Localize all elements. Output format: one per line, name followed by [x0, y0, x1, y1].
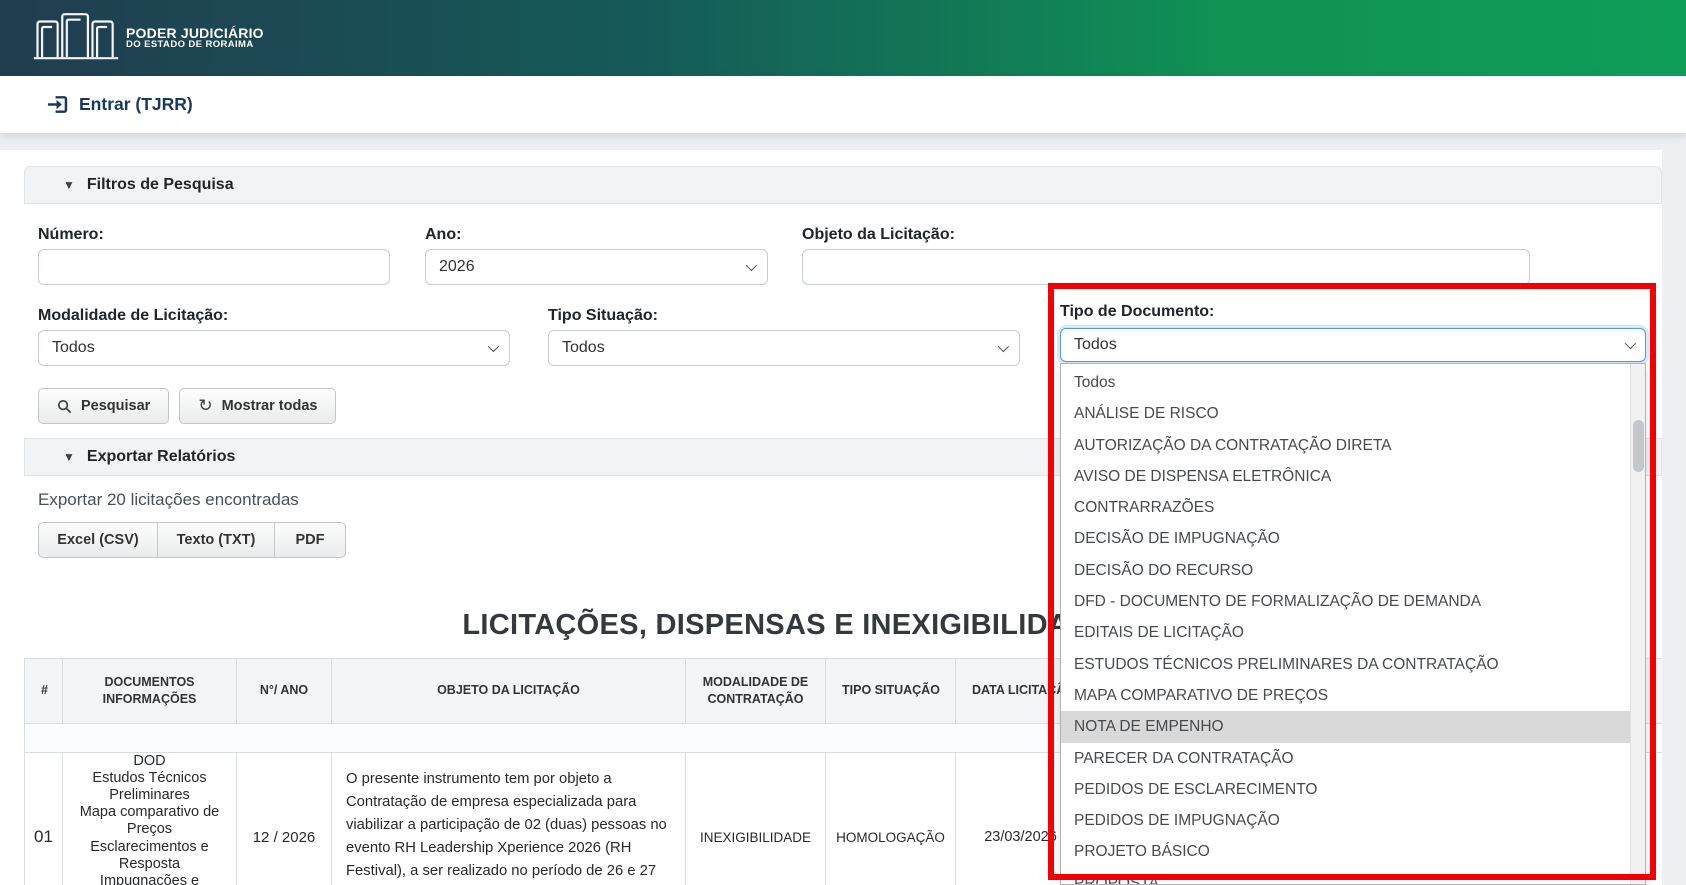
- ano-value: 2026: [439, 258, 475, 276]
- collapse-triangle-icon: ▼: [63, 178, 75, 192]
- row-numero-ano-cell: 12 / 2026: [237, 753, 332, 885]
- dropdown-option[interactable]: PEDIDOS DE ESCLARECIMENTO: [1061, 774, 1631, 805]
- objeto-label: Objeto da Licitação:: [802, 226, 1530, 245]
- export-panel-title: Exportar Relatórios: [87, 448, 235, 466]
- documento-dropdown-panel: TodosANÁLISE DE RISCOAUTORIZAÇÃO DA CONT…: [1060, 363, 1646, 885]
- tjrr-logo: PODER JUDICIÁRIO DO ESTADO DE RORAIMA: [32, 9, 264, 67]
- brand-line1: PODER JUDICIÁRIO: [126, 26, 264, 41]
- export-pdf-button[interactable]: PDF: [274, 522, 346, 558]
- chevron-down-icon: [746, 260, 757, 271]
- dropdown-option[interactable]: PEDIDOS DE IMPUGNAÇÃO: [1061, 805, 1631, 836]
- export-txt-button[interactable]: Texto (TXT): [157, 522, 275, 558]
- ano-label: Ano:: [425, 226, 768, 245]
- row-objeto-cell: O presente instrumento tem por objeto a …: [332, 753, 686, 885]
- situacao-select[interactable]: Todos: [548, 330, 1020, 366]
- documento-value: Todos: [1074, 336, 1117, 354]
- col-header-objeto: OBJETO DA LICITAÇÃO: [332, 659, 686, 724]
- document-link[interactable]: DOD: [69, 753, 230, 770]
- situacao-value: Todos: [562, 339, 605, 357]
- situacao-field-group: Tipo Situação: Todos: [548, 307, 1020, 366]
- search-icon: [57, 399, 72, 414]
- modalidade-value: Todos: [52, 339, 95, 357]
- dropdown-scrollbar-thumb[interactable]: [1633, 420, 1644, 472]
- row-documents-cell: DODEstudos Técnicos PreliminaresMapa com…: [63, 753, 237, 885]
- col-header-numero-ano: N°/ ANO: [237, 659, 332, 724]
- login-label: Entrar (TJRR): [79, 94, 193, 115]
- chevron-down-icon: [488, 341, 499, 352]
- dropdown-option[interactable]: ANÁLISE DE RISCO: [1061, 398, 1631, 429]
- dropdown-option[interactable]: NOTA DE EMPENHO: [1061, 711, 1631, 742]
- filters-panel-header[interactable]: ▼ Filtros de Pesquisa: [24, 166, 1662, 204]
- login-link[interactable]: Entrar (TJRR): [46, 93, 193, 116]
- mostrar-todas-label: Mostrar todas: [222, 398, 318, 414]
- objeto-input[interactable]: [802, 249, 1530, 285]
- document-link[interactable]: Estudos Técnicos Preliminares: [69, 770, 230, 804]
- dropdown-scrollbar[interactable]: [1630, 364, 1645, 884]
- numero-field-group: Número:: [38, 226, 390, 285]
- filters-panel-title: Filtros de Pesquisa: [87, 176, 234, 194]
- modalidade-field-group: Modalidade de Licitação: Todos: [38, 307, 510, 366]
- mostrar-todas-button[interactable]: ↻ Mostrar todas: [179, 388, 336, 424]
- refresh-icon: ↻: [198, 396, 212, 416]
- modalidade-label: Modalidade de Licitação:: [38, 307, 510, 326]
- collapse-triangle-icon: ▼: [63, 450, 75, 464]
- dropdown-option[interactable]: AUTORIZAÇÃO DA CONTRATAÇÃO DIRETA: [1061, 430, 1631, 461]
- col-header-situacao: TIPO SITUAÇÃO: [826, 659, 956, 724]
- document-link[interactable]: Esclarecimentos e Resposta: [69, 839, 230, 873]
- numero-input[interactable]: [38, 249, 390, 285]
- numero-label: Número:: [38, 226, 390, 245]
- top-nav-bar: Entrar (TJRR): [0, 76, 1686, 133]
- dropdown-option[interactable]: Todos: [1061, 367, 1631, 398]
- pesquisar-button[interactable]: Pesquisar: [38, 388, 169, 424]
- row-situacao-cell: HOMOLOGAÇÃO: [826, 753, 956, 885]
- page-right-margin: [1662, 150, 1686, 885]
- document-link[interactable]: Mapa comparativo de Preços: [69, 804, 230, 838]
- col-header-modalidade: MODALIDADE DE CONTRATAÇÃO: [686, 659, 826, 724]
- chevron-down-icon: [998, 341, 1009, 352]
- ano-select[interactable]: 2026: [425, 249, 768, 285]
- chevron-down-icon: [1625, 338, 1636, 349]
- page-background-strip: [0, 133, 1686, 150]
- ano-field-group: Ano: 2026: [425, 226, 768, 285]
- documento-label: Tipo de Documento:: [1060, 303, 1214, 321]
- export-excel-button[interactable]: Excel (CSV): [38, 522, 158, 558]
- app-header: PODER JUDICIÁRIO DO ESTADO DE RORAIMA: [0, 0, 1686, 76]
- row-index-cell: 01: [25, 753, 63, 885]
- dropdown-option[interactable]: PROJETO BÁSICO: [1061, 836, 1631, 867]
- situacao-label: Tipo Situação:: [548, 307, 1020, 326]
- dropdown-option[interactable]: DECISÃO DO RECURSO: [1061, 555, 1631, 586]
- row-modalidade-cell: INEXIGIBILIDADE: [686, 753, 826, 885]
- objeto-field-group: Objeto da Licitação:: [802, 226, 1530, 285]
- dropdown-option[interactable]: AVISO DE DISPENSA ELETRÔNICA: [1061, 461, 1631, 492]
- dropdown-option[interactable]: CONTRARRAZÕES: [1061, 492, 1631, 523]
- dropdown-option[interactable]: MAPA COMPARATIVO DE PREÇOS: [1061, 680, 1631, 711]
- courthouse-doors-icon: [32, 9, 120, 67]
- dropdown-option[interactable]: DFD - DOCUMENTO DE FORMALIZAÇÃO DE DEMAN…: [1061, 586, 1631, 617]
- dropdown-option[interactable]: PARECER DA CONTRATAÇÃO: [1061, 743, 1631, 774]
- col-header-documentos: DOCUMENTOS INFORMAÇÕES: [63, 659, 237, 724]
- modalidade-select[interactable]: Todos: [38, 330, 510, 366]
- login-arrow-icon: [46, 93, 69, 116]
- brand-line2: DO ESTADO DE RORAIMA: [126, 40, 264, 50]
- col-header-index: #: [25, 659, 63, 724]
- dropdown-option[interactable]: DECISÃO DE IMPUGNAÇÃO: [1061, 523, 1631, 554]
- dropdown-option[interactable]: ESTUDOS TÉCNICOS PRELIMINARES DA CONTRAT…: [1061, 649, 1631, 680]
- dropdown-option[interactable]: EDITAIS DE LICITAÇÃO: [1061, 617, 1631, 648]
- document-link[interactable]: Impugnações e Respostas: [69, 873, 230, 885]
- pesquisar-label: Pesquisar: [81, 398, 150, 414]
- documento-select[interactable]: Todos: [1060, 328, 1646, 362]
- dropdown-option[interactable]: PROPOSTA: [1061, 868, 1631, 885]
- brand-text: PODER JUDICIÁRIO DO ESTADO DE RORAIMA: [126, 26, 264, 51]
